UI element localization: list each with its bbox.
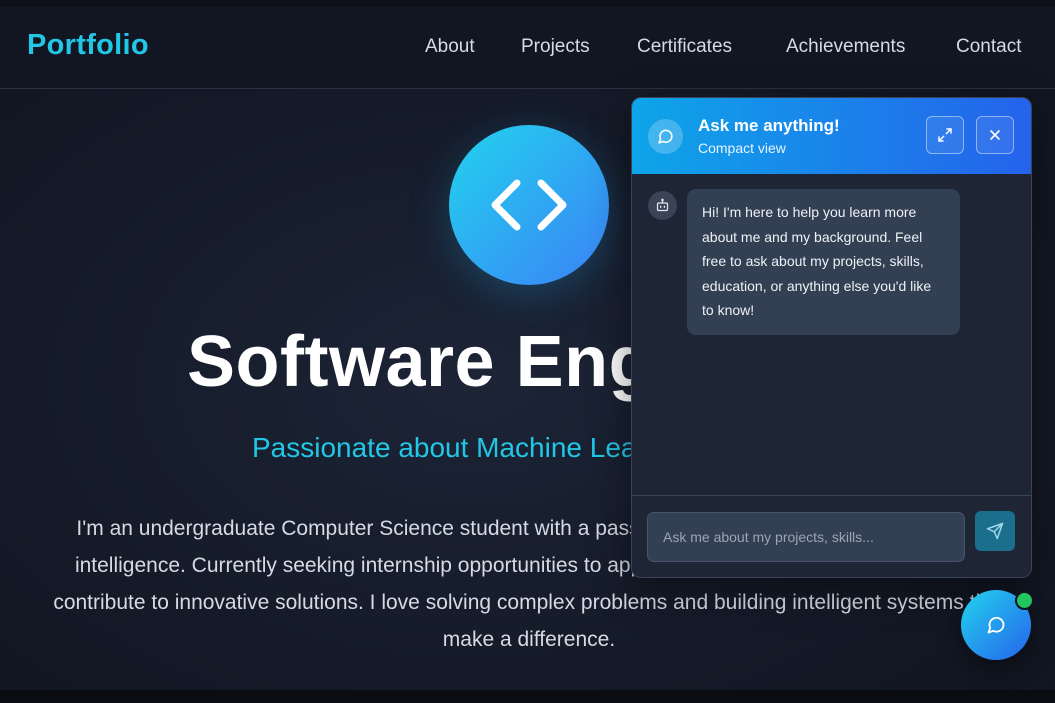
hero-avatar <box>449 125 609 285</box>
online-status-dot <box>1015 591 1034 610</box>
chat-subtitle: Compact view <box>698 140 786 156</box>
bot-icon <box>656 198 669 212</box>
nav-link-achievements[interactable]: Achievements <box>786 36 905 58</box>
navbar: Portfolio About Projects Certificates Ac… <box>0 7 1055 89</box>
message-circle-icon <box>658 129 673 144</box>
nav-link-projects[interactable]: Projects <box>521 36 590 58</box>
chat-input[interactable] <box>647 512 965 562</box>
chat-header-avatar <box>648 119 683 154</box>
code-icon <box>491 179 567 231</box>
send-button[interactable] <box>975 511 1015 551</box>
chat-title: Ask me anything! <box>698 116 840 135</box>
nav-link-certificates[interactable]: Certificates <box>637 36 732 58</box>
bot-message: Hi! I'm here to help you learn more abou… <box>687 189 960 335</box>
logo[interactable]: Portfolio <box>27 29 149 62</box>
page: Portfolio About Projects Certificates Ac… <box>0 7 1055 690</box>
bottom-bar <box>0 690 1055 703</box>
send-icon <box>986 522 1004 540</box>
chat-footer <box>632 495 1031 577</box>
chat-header: Ask me anything! Compact view <box>632 98 1031 174</box>
chat-widget: Ask me anything! Compact view Hi! I'm he… <box>631 97 1032 578</box>
expand-icon <box>938 128 952 142</box>
nav-link-about[interactable]: About <box>425 36 475 58</box>
expand-button[interactable] <box>926 116 964 154</box>
message-circle-icon <box>987 616 1005 634</box>
bot-avatar <box>648 191 677 220</box>
close-chat-button[interactable] <box>976 116 1014 154</box>
nav-link-contact[interactable]: Contact <box>956 36 1021 58</box>
close-icon <box>990 130 1000 140</box>
